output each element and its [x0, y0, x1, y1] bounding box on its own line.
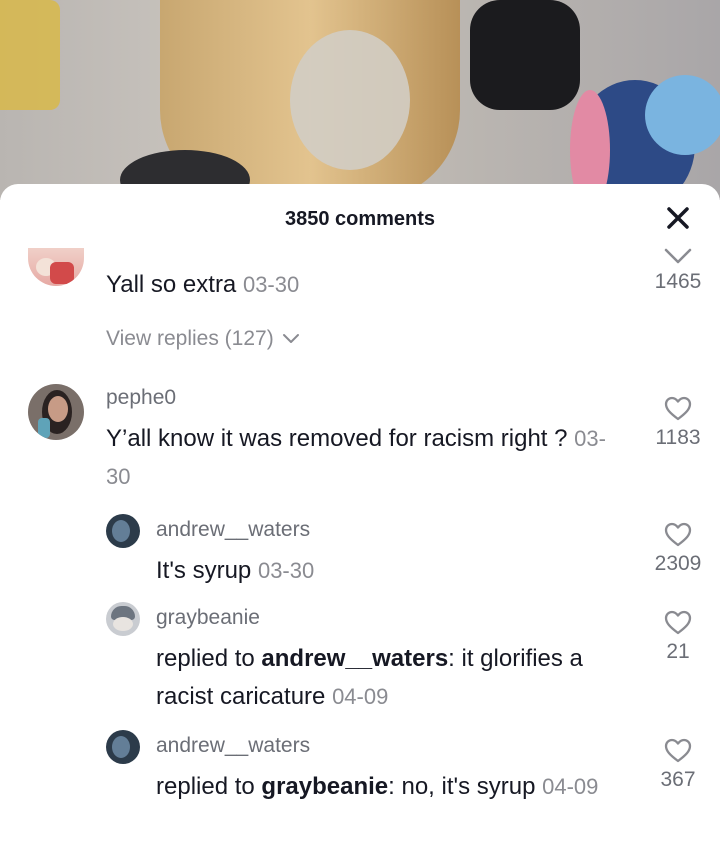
mention-link[interactable]: graybeanie	[261, 773, 388, 800]
avatar[interactable]	[28, 384, 84, 440]
like-button[interactable]: 1183	[648, 396, 708, 450]
heart-icon	[664, 610, 692, 635]
reply-text: It's syrup 03-30	[156, 557, 315, 584]
avatar[interactable]	[106, 730, 140, 764]
avatar[interactable]	[28, 248, 84, 286]
reply-item: andrew__waters replied to graybeanie: no…	[0, 730, 720, 848]
view-replies-link[interactable]: View replies (127)	[106, 327, 300, 351]
reply-date: 04-09	[542, 774, 599, 799]
reply-date: 03-30	[257, 558, 315, 583]
reply-text: replied to andrew__waters: it glorifies …	[156, 645, 583, 710]
like-count: 1183	[655, 426, 701, 449]
like-count: 2309	[654, 552, 702, 575]
reply-username[interactable]: graybeanie	[156, 606, 260, 630]
video-background	[0, 0, 720, 200]
mention-link[interactable]: andrew__waters	[261, 645, 448, 672]
reply-text: replied to graybeanie: no, it's syrup 04…	[156, 773, 599, 800]
avatar[interactable]	[106, 602, 140, 636]
heart-icon	[664, 738, 692, 763]
chevron-down-icon	[664, 248, 692, 264]
reply-username[interactable]: andrew__waters	[156, 734, 310, 758]
reply-item: graybeanie replied to andrew__waters: it…	[0, 602, 720, 722]
comment-username[interactable]: pephe0	[106, 386, 176, 410]
chevron-down-icon	[282, 334, 299, 343]
like-count: 1465	[654, 270, 702, 293]
like-button[interactable]: 367	[648, 738, 708, 792]
avatar[interactable]	[106, 514, 140, 548]
comment-text: Y’all know it was removed for racism rig…	[106, 425, 606, 489]
reply-username[interactable]: andrew__waters	[156, 518, 310, 542]
comments-sheet: 3850 comments Yall so extra 03-30 1465 V…	[0, 184, 720, 848]
heart-icon	[664, 396, 692, 421]
comment-date: 03-30	[242, 272, 300, 297]
comment-item: Yall so extra 03-30 1465 View replies (1…	[0, 184, 720, 364]
reply-item: andrew__waters It's syrup 03-30 2309	[0, 514, 720, 594]
like-button[interactable]: 2309	[648, 522, 708, 576]
like-count: 367	[660, 768, 696, 791]
like-count: 21	[666, 640, 690, 663]
comment-item: pephe0 Y’all know it was removed for rac…	[0, 380, 720, 500]
comment-text: Yall so extra 03-30	[106, 271, 300, 298]
like-button[interactable]: 1465	[648, 246, 708, 294]
like-button[interactable]: 21	[648, 610, 708, 664]
reply-date: 04-09	[332, 684, 389, 709]
heart-icon	[664, 522, 692, 547]
